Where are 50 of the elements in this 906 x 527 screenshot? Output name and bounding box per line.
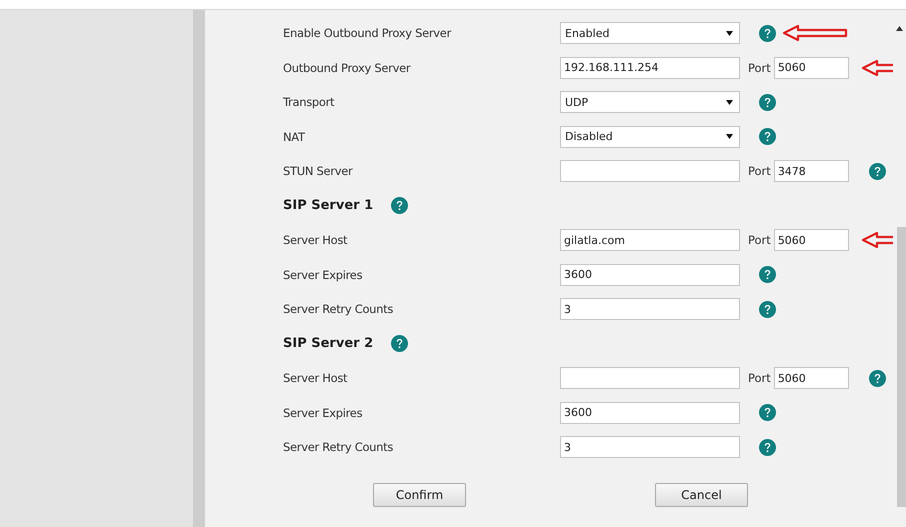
form-button[interactable]: Confirm xyxy=(373,482,466,506)
field-label: NAT xyxy=(283,130,306,144)
caret-icon[interactable] xyxy=(726,134,733,140)
help-icon[interactable] xyxy=(868,370,886,387)
text-field[interactable] xyxy=(560,160,740,182)
field-label: Server Expires xyxy=(283,406,364,420)
field-label: Server Retry Counts xyxy=(283,302,394,316)
section-heading: SIP Server 1 xyxy=(283,198,374,214)
port-field[interactable]: 5060 xyxy=(774,56,849,79)
help-icon[interactable] xyxy=(759,128,776,146)
field-label: Outbound Proxy Server xyxy=(283,60,412,75)
field-label: Server Host xyxy=(283,233,348,248)
scrollbar-thumb[interactable] xyxy=(897,227,906,507)
caret-icon[interactable] xyxy=(726,100,733,105)
dropdown[interactable]: Disabled xyxy=(560,126,740,148)
help-icon[interactable] xyxy=(391,335,408,352)
scroll-up-icon[interactable] xyxy=(896,26,903,31)
text-field[interactable]: 3 xyxy=(560,298,740,320)
text-field[interactable]: gilatla.com xyxy=(560,229,740,252)
port-label: Port xyxy=(748,233,771,248)
port-field[interactable]: 5060 xyxy=(774,229,849,252)
port-label: Port xyxy=(748,164,771,178)
help-icon[interactable] xyxy=(391,197,408,214)
field-label: Server Expires xyxy=(283,268,364,282)
help-icon[interactable] xyxy=(759,404,776,422)
text-field[interactable]: 3600 xyxy=(560,264,740,286)
dropdown[interactable]: Enabled xyxy=(560,22,740,44)
field-label: Enable Outbound Proxy Server xyxy=(283,26,452,40)
text-field[interactable]: 192.168.111.254 xyxy=(560,56,740,79)
port-field[interactable]: 3478 xyxy=(774,160,849,182)
port-label: Port xyxy=(748,371,771,386)
dropdown[interactable]: UDP xyxy=(560,91,740,114)
port-label: Port xyxy=(748,60,771,75)
section-heading: SIP Server 2 xyxy=(283,336,374,352)
help-icon[interactable] xyxy=(759,438,776,456)
field-label: Server Host xyxy=(283,371,348,386)
field-label: Server Retry Counts xyxy=(283,440,394,454)
text-field[interactable]: 3600 xyxy=(560,402,740,424)
help-icon[interactable] xyxy=(759,300,776,318)
form-button[interactable]: Cancel xyxy=(655,482,748,506)
field-label: Transport xyxy=(283,95,336,110)
help-icon[interactable] xyxy=(759,266,776,284)
help-icon[interactable] xyxy=(759,94,776,111)
text-field[interactable] xyxy=(560,367,740,390)
text-field[interactable]: 3 xyxy=(560,436,740,458)
caret-icon[interactable] xyxy=(726,30,733,36)
help-icon[interactable] xyxy=(759,24,776,42)
field-label: STUN Server xyxy=(283,164,354,178)
help-icon[interactable] xyxy=(868,162,886,180)
port-field[interactable]: 5060 xyxy=(774,367,849,390)
